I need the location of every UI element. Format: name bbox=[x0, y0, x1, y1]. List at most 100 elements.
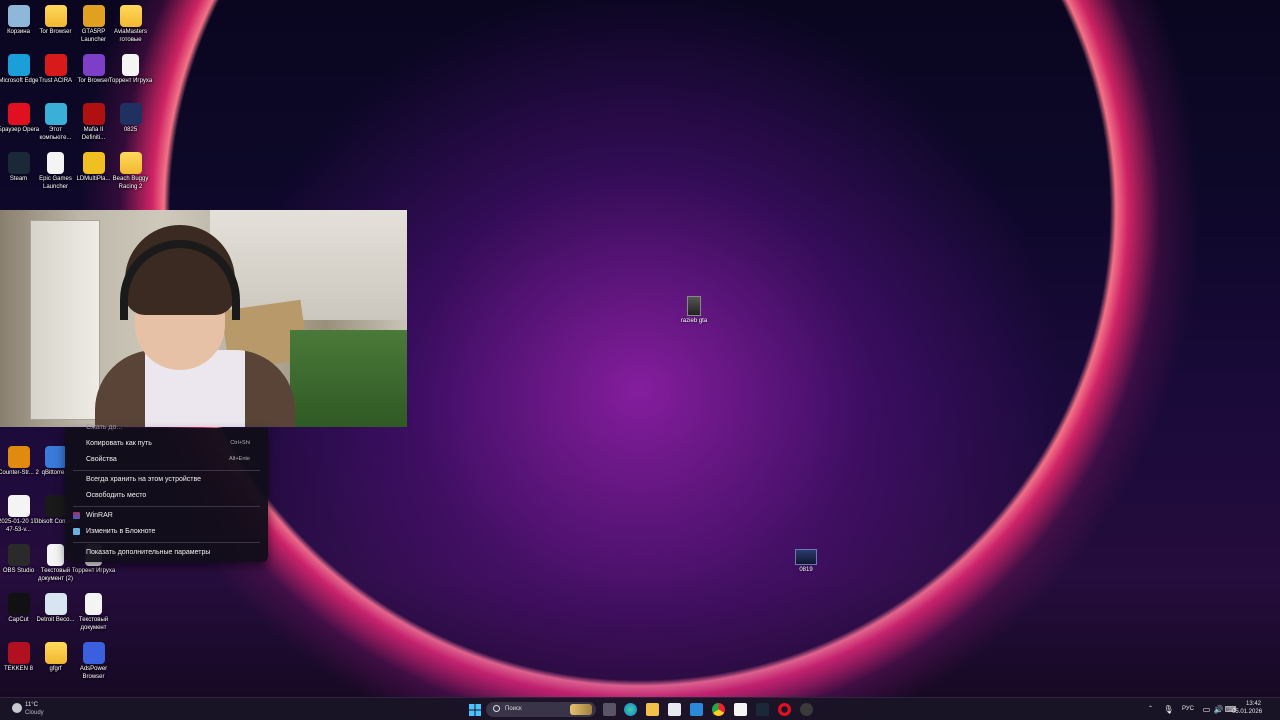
desktop-icon-label: Торрент Игруха bbox=[108, 78, 153, 84]
computer-icon bbox=[44, 103, 67, 125]
language-indicator[interactable]: РУС bbox=[1182, 706, 1194, 712]
context-menu-item-free-space[interactable]: Освободить место bbox=[65, 487, 268, 503]
opera-taskbar-icon[interactable] bbox=[778, 703, 791, 716]
opera-icon bbox=[7, 103, 30, 125]
notepad-icon bbox=[73, 527, 80, 535]
steam-icon bbox=[7, 152, 30, 174]
context-menu-partial-item[interactable]: Сжать до... bbox=[65, 422, 268, 432]
edge-taskbar-icon[interactable] bbox=[624, 703, 637, 716]
desktop-icon[interactable]: Steam bbox=[0, 152, 37, 184]
desktop-icon[interactable]: LDMultiPla... bbox=[75, 152, 112, 184]
desktop-file-label: 0819 bbox=[799, 567, 813, 573]
detroit-icon bbox=[44, 593, 67, 615]
start-button[interactable] bbox=[468, 703, 481, 716]
tor-browser-icon bbox=[82, 54, 105, 76]
desktop-icon[interactable]: Beach Buggy Racing 2 bbox=[112, 152, 149, 191]
context-menu-item-more-options[interactable]: Показать дополнительные параметры bbox=[65, 544, 268, 560]
recycle-bin-icon bbox=[7, 5, 30, 27]
desktop-icon[interactable]: 0825 bbox=[112, 103, 149, 135]
ldplayer-icon bbox=[82, 152, 105, 174]
context-menu-shortcut: Alt+Ente bbox=[229, 456, 250, 462]
desktop-icon[interactable]: Tor Browser bbox=[37, 5, 74, 37]
chrome-icon[interactable] bbox=[712, 703, 725, 716]
steam-taskbar-icon[interactable] bbox=[756, 703, 769, 716]
weather-desc: Cloudy bbox=[25, 710, 44, 716]
context-menu-item-always-keep[interactable]: Всегда хранить на этом устройстве bbox=[65, 471, 268, 487]
context-menu-item-label: Копировать как путь bbox=[86, 439, 152, 447]
search-highlight-icon bbox=[570, 704, 592, 715]
trust-acira-icon bbox=[44, 54, 67, 76]
tekken-icon bbox=[7, 642, 30, 664]
document-icon bbox=[122, 54, 139, 76]
desktop-icon[interactable]: Mafia II Definiti... bbox=[75, 103, 112, 142]
desktop-icon[interactable]: Epic Games Launcher bbox=[37, 152, 74, 191]
desktop-icon[interactable]: 2025-01-20 17-47-53-v... bbox=[0, 495, 39, 534]
microphone-icon[interactable]: 🎙 bbox=[1162, 703, 1175, 716]
app-blue-icon[interactable] bbox=[690, 703, 703, 716]
image-file-icon bbox=[687, 296, 701, 316]
context-menu-item-label: WinRAR bbox=[86, 511, 113, 519]
winrar-icon bbox=[73, 511, 80, 519]
desktop-icon[interactable]: gfgrf bbox=[37, 642, 74, 674]
notepad-taskbar-icon[interactable] bbox=[734, 703, 747, 716]
file-explorer-icon[interactable] bbox=[646, 703, 659, 716]
edge-icon bbox=[7, 54, 30, 76]
desktop-icon[interactable]: Браузер Opera bbox=[0, 103, 39, 135]
desktop-icon[interactable]: CapCut bbox=[0, 593, 37, 625]
video-file-icon bbox=[119, 103, 142, 125]
desktop-icon[interactable]: AviaMasters готовые bbox=[112, 5, 149, 44]
context-menu-shortcut: Ctrl+Shi bbox=[230, 440, 250, 446]
desktop-icon[interactable]: Detroit Beco... bbox=[36, 593, 75, 625]
counter-strike-icon bbox=[7, 446, 30, 468]
desktop-icon[interactable]: Counter-Str... 2 bbox=[0, 446, 39, 478]
context-menu-item-label: Освободить место bbox=[86, 491, 147, 499]
desktop-icon[interactable]: AdsPower Browser bbox=[75, 642, 112, 681]
weather-icon bbox=[12, 703, 22, 713]
desktop-icon[interactable]: Microsoft Edge bbox=[0, 54, 39, 86]
desktop-icon-label: AviaMasters готовые bbox=[114, 29, 147, 43]
webcam-fridge bbox=[30, 220, 100, 420]
search-placeholder: Поиск bbox=[505, 706, 522, 712]
context-menu-separator bbox=[73, 542, 260, 543]
context-menu-item-label: Свойства bbox=[86, 455, 117, 463]
context-menu-item-label: Всегда хранить на этом устройстве bbox=[86, 475, 202, 483]
context-menu-item-copy-path[interactable]: Копировать как путь Ctrl+Shi bbox=[65, 435, 268, 451]
desktop-icon[interactable]: Этот компьюте... bbox=[37, 103, 74, 142]
weather-widget[interactable]: 11°C Cloudy bbox=[10, 701, 70, 719]
taskbar: 11°C Cloudy Поиск ⌃ 🎙 РУС ▭ 🔊 ⌨ 13:42 05… bbox=[0, 697, 1280, 720]
ubisoft-icon bbox=[44, 495, 67, 517]
store-icon[interactable] bbox=[668, 703, 681, 716]
desktop-icon[interactable]: TEKKEN 8 bbox=[0, 642, 37, 674]
desktop-icon-label: Beach Buggy Racing 2 bbox=[112, 176, 149, 190]
webcam-person bbox=[95, 225, 295, 427]
document-icon bbox=[47, 544, 64, 566]
windows-icon bbox=[468, 703, 481, 716]
desktop-icon[interactable]: Текстовый документ bbox=[75, 593, 112, 632]
obs-taskbar-icon[interactable] bbox=[800, 703, 813, 716]
desktop-icon[interactable]: Tor Browser bbox=[75, 54, 112, 86]
video-file-icon bbox=[7, 495, 30, 517]
desktop-file-razieb[interactable]: razieb gta bbox=[676, 296, 712, 324]
context-menu-item-winrar[interactable]: WinRAR bbox=[65, 507, 268, 523]
desktop-icon[interactable]: Торрент Игруха bbox=[109, 54, 152, 86]
desktop-icon-label: 0825 bbox=[123, 127, 138, 133]
qbittorrent-icon bbox=[44, 446, 67, 468]
adspower-icon bbox=[82, 642, 105, 664]
taskbar-search[interactable]: Поиск bbox=[486, 702, 596, 717]
search-icon bbox=[493, 705, 500, 712]
desktop-icon[interactable]: GTA5RP Launcher bbox=[75, 5, 112, 44]
desktop-icon[interactable]: Корзина bbox=[0, 5, 37, 37]
context-menu-item-edit-notepad[interactable]: Изменить в Блокноте bbox=[65, 523, 268, 539]
desktop-file-0819[interactable]: 0819 bbox=[790, 549, 822, 573]
desktop-icon[interactable]: OBS Studio bbox=[0, 544, 37, 576]
obs-icon bbox=[7, 544, 30, 566]
clock-date[interactable]: 05.01.2026 bbox=[1232, 709, 1262, 715]
clock-time[interactable]: 13:42 bbox=[1246, 701, 1261, 707]
folder-icon bbox=[119, 152, 142, 174]
desktop-icon[interactable]: Trust ACIRA bbox=[37, 54, 74, 86]
folder-icon bbox=[119, 5, 142, 27]
context-menu-item-properties[interactable]: Свойства Alt+Ente bbox=[65, 451, 268, 467]
task-view-icon[interactable] bbox=[603, 703, 616, 716]
tray-chevron-icon[interactable]: ⌃ bbox=[1148, 705, 1153, 712]
folder-icon bbox=[44, 5, 67, 27]
